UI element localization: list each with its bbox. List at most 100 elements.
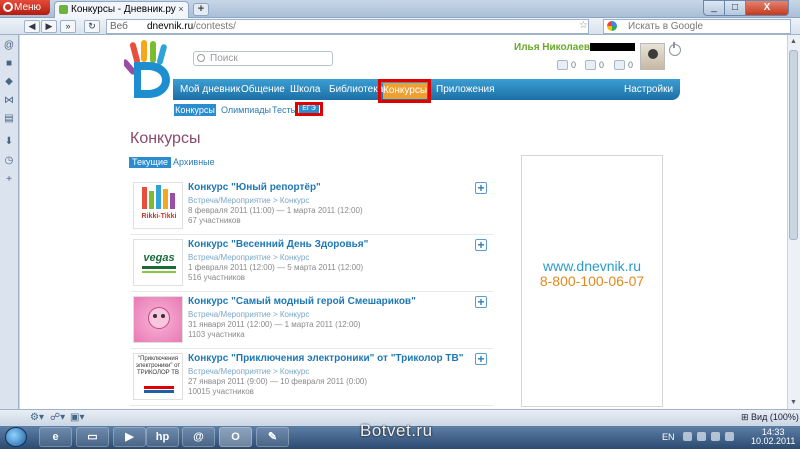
subnav-olympiads[interactable]: Олимпиады bbox=[221, 105, 271, 115]
tab-archive[interactable]: Архивные bbox=[173, 157, 215, 167]
scrollbar-thumb[interactable] bbox=[789, 50, 798, 240]
media-player-taskbar-icon[interactable]: ▶ bbox=[113, 427, 146, 447]
opera-taskbar-icon[interactable]: O bbox=[219, 427, 252, 447]
tray-network-icon[interactable] bbox=[697, 432, 706, 441]
mail-taskbar-icon[interactable]: @ bbox=[182, 427, 215, 447]
contest-thumbnail[interactable] bbox=[133, 296, 183, 343]
avatar[interactable] bbox=[640, 43, 665, 70]
ad-phone-text: 8-800-100-06-07 bbox=[539, 273, 645, 289]
url-prefix: Веб bbox=[110, 21, 128, 32]
contest-thumbnail[interactable]: "Приключения электроники" от ТРИКОЛОР ТВ bbox=[133, 353, 183, 400]
contest-dates: 27 января 2011 (9:00) — 10 февраля 2011 … bbox=[188, 377, 368, 386]
bookmarks-panel-icon[interactable]: ■ bbox=[3, 58, 15, 70]
language-indicator[interactable]: EN bbox=[662, 432, 675, 442]
nav-contests-highlight[interactable]: Конкурсы bbox=[378, 79, 431, 103]
downloads-panel-icon[interactable]: ⬇ bbox=[3, 136, 15, 148]
history-panel-icon[interactable]: ◷ bbox=[3, 155, 15, 167]
contest-category[interactable]: Встреча/Мероприятие > Конкурс bbox=[188, 367, 309, 376]
paint-taskbar-icon[interactable]: ✎ bbox=[256, 427, 289, 447]
contest-title[interactable]: Конкурс "Весенний День Здоровья" bbox=[188, 239, 368, 250]
notifications-icon[interactable] bbox=[614, 60, 625, 70]
tray-volume-icon[interactable] bbox=[725, 432, 734, 441]
tray-flag-icon[interactable] bbox=[683, 432, 692, 441]
contest-title[interactable]: Конкурс "Самый модный герой Смешариков" bbox=[188, 296, 416, 307]
new-tab-button[interactable]: + bbox=[193, 3, 209, 16]
start-button[interactable] bbox=[5, 427, 27, 447]
menu-label: Меню bbox=[14, 2, 42, 13]
taskbar-clock[interactable]: 14:33 10.02.2011 bbox=[751, 428, 795, 446]
nav-school[interactable]: Школа bbox=[290, 84, 320, 95]
contest-category[interactable]: Встреча/Мероприятие > Конкурс bbox=[188, 253, 309, 262]
subnav-ege-highlight[interactable]: ЕГЭ bbox=[295, 102, 323, 116]
ad-url-text: www.dnevnik.ru bbox=[542, 258, 642, 274]
unite-icon[interactable]: ☍▾ bbox=[50, 412, 65, 423]
zoom-control[interactable]: ⊞ Вид (100%) bbox=[741, 412, 799, 423]
tab-current[interactable]: Текущие bbox=[129, 157, 171, 168]
tray-power-icon[interactable] bbox=[711, 432, 720, 441]
opera-side-panel bbox=[0, 35, 19, 409]
bookmark-star-icon[interactable]: ☆ bbox=[579, 20, 588, 31]
share-panel-icon[interactable]: ⋈ bbox=[3, 95, 15, 107]
scroll-down-arrow-icon[interactable]: ▼ bbox=[789, 398, 798, 407]
window-maximize-button[interactable]: □ bbox=[724, 0, 746, 16]
dnevnik-logo[interactable] bbox=[124, 40, 176, 102]
explorer-taskbar-icon[interactable]: ▭ bbox=[76, 427, 109, 447]
images-icon[interactable]: ▣▾ bbox=[70, 412, 84, 423]
contest-category[interactable]: Встреча/Мероприятие > Конкурс bbox=[188, 196, 309, 205]
add-contest-plus-icon[interactable]: + bbox=[475, 239, 487, 251]
browser-tab-active[interactable]: Конкурсы - Дневник.ру bbox=[54, 1, 189, 18]
ie-taskbar-icon[interactable]: e bbox=[39, 427, 72, 447]
nav-apps[interactable]: Приложения bbox=[436, 84, 495, 95]
watermark-text: Botvet.ru bbox=[360, 421, 433, 440]
google-search-placeholder: Искать в Google bbox=[628, 21, 704, 32]
mail-panel-icon[interactable]: @ bbox=[3, 40, 15, 52]
opera-menu-button[interactable]: Меню bbox=[0, 0, 50, 15]
contest-participants: 1103 участника bbox=[188, 330, 245, 339]
address-field[interactable]: Веб dnevnik.ru/contests/ bbox=[106, 19, 589, 34]
add-contest-plus-icon[interactable]: + bbox=[475, 296, 487, 308]
site-search-input[interactable]: Поиск bbox=[193, 51, 333, 66]
nav-settings[interactable]: Настройки bbox=[624, 84, 673, 95]
contest-title[interactable]: Конкурс "Приключения электроники" от "Тр… bbox=[188, 353, 463, 364]
contest-participants: 10015 участников bbox=[188, 387, 254, 396]
user-name-link[interactable]: Илья Николаевич bbox=[514, 42, 602, 53]
window-close-button[interactable]: X bbox=[745, 0, 789, 16]
subnav-contests[interactable]: Конкурсы bbox=[174, 104, 216, 116]
contest-dates: 31 января 2011 (12:00) — 1 марта 2011 (1… bbox=[188, 320, 361, 329]
add-panel-icon[interactable]: + bbox=[3, 174, 15, 186]
subnav-ege[interactable]: ЕГЭ bbox=[299, 105, 319, 113]
opera-logo-icon bbox=[3, 2, 13, 12]
nav-communication[interactable]: Общение bbox=[241, 84, 285, 95]
window-minimize-button[interactable]: _ bbox=[703, 0, 725, 16]
contest-item: Rikki-Tikki Конкурс "Юный репортёр" Встр… bbox=[130, 179, 493, 235]
messages-icon[interactable] bbox=[557, 60, 568, 70]
search-icon bbox=[197, 54, 205, 62]
add-contest-plus-icon[interactable]: + bbox=[475, 353, 487, 365]
reload-button[interactable]: ↻ bbox=[84, 20, 100, 33]
contest-item: "Приключения электроники" от ТРИКОЛОР ТВ… bbox=[130, 350, 493, 406]
turbo-icon[interactable]: ⚙▾ bbox=[30, 412, 44, 423]
scroll-up-arrow-icon[interactable]: ▲ bbox=[789, 37, 798, 46]
add-contest-plus-icon[interactable]: + bbox=[475, 182, 487, 194]
contest-title[interactable]: Конкурс "Юный репортёр" bbox=[188, 182, 321, 193]
fast-forward-button[interactable]: » bbox=[60, 20, 76, 33]
google-search-field[interactable]: Искать в Google bbox=[603, 19, 791, 34]
contest-thumb-text: "Приключения электроники" от ТРИКОЛОР ТВ bbox=[135, 356, 181, 376]
hp-taskbar-icon[interactable]: hp bbox=[146, 427, 179, 447]
contest-category[interactable]: Встреча/Мероприятие > Конкурс bbox=[188, 310, 309, 319]
nav-library[interactable]: Библиотека bbox=[329, 84, 383, 95]
logout-power-icon[interactable] bbox=[669, 42, 681, 56]
friends-icon[interactable] bbox=[585, 60, 596, 70]
nav-my-diary[interactable]: Мой дневник bbox=[180, 84, 240, 95]
url-path: /contests/ bbox=[193, 21, 236, 32]
notes-panel-icon[interactable]: ▤ bbox=[3, 113, 15, 125]
page-title: Конкурсы bbox=[130, 130, 201, 147]
forward-button[interactable]: ▶ bbox=[41, 20, 57, 33]
subnav-tests[interactable]: Тесты bbox=[272, 105, 297, 115]
contest-thumbnail[interactable]: vegas bbox=[133, 239, 183, 286]
nav-contests[interactable]: Конкурсы bbox=[383, 83, 427, 99]
tab-close-icon[interactable]: × bbox=[176, 4, 186, 14]
contest-thumbnail[interactable]: Rikki-Tikki bbox=[133, 182, 183, 229]
back-button[interactable]: ◀ bbox=[24, 20, 40, 33]
widgets-panel-icon[interactable]: ◆ bbox=[3, 76, 15, 88]
